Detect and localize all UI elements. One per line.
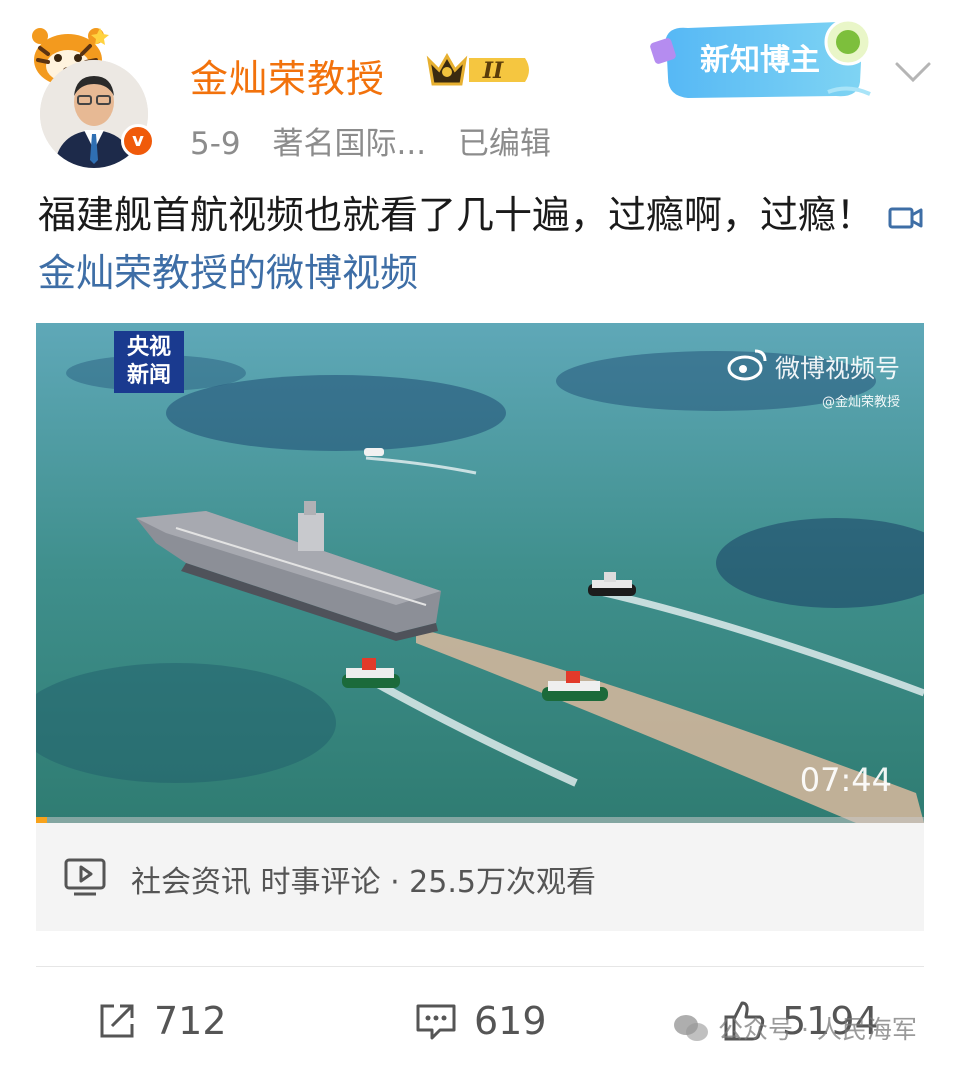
chevron-down-icon[interactable] xyxy=(893,60,933,84)
post-content: 福建舰首航视频也就看了几十遍，过瘾啊，过瘾！ 金灿荣教授的微博视频 xyxy=(38,186,928,302)
post-text: 福建舰首航视频也就看了几十遍，过瘾啊，过瘾！ xyxy=(38,193,875,237)
new-blogger-badge[interactable]: 新知博主 xyxy=(648,12,883,100)
comment-button[interactable]: 619 xyxy=(414,998,547,1044)
wechat-watermark-text: 公众号 · 人民海军 xyxy=(718,1015,917,1044)
user-description[interactable]: 著名国际... xyxy=(273,126,427,162)
share-button[interactable]: 712 xyxy=(96,998,227,1044)
edited-label[interactable]: 已编辑 xyxy=(458,126,551,162)
video-duration: 07:44 xyxy=(799,761,892,799)
watermark-handle: @金灿荣教授 xyxy=(821,395,900,410)
cctv-logo-line2: 新闻 xyxy=(126,363,171,388)
verified-badge-icon: v xyxy=(121,124,155,158)
video-play-icon xyxy=(64,858,106,896)
weibo-video-watermark: 微博视频号 @金灿荣教授 xyxy=(727,349,900,410)
wechat-watermark: 公众号 · 人民海军 xyxy=(672,1010,917,1046)
avatar-container[interactable]: v xyxy=(30,24,155,168)
video-info-text: 社会资讯 时事评论 · 25.5万次观看 xyxy=(131,865,596,900)
watermark-title: 微博视频号 xyxy=(774,354,900,383)
new-blogger-text: 新知博主 xyxy=(700,43,820,78)
weibo-logo-icon xyxy=(727,349,767,381)
comment-icon xyxy=(416,1004,456,1040)
username[interactable]: 金灿荣教授 xyxy=(190,48,385,103)
cctv-logo-line1: 央视 xyxy=(126,335,171,360)
video-camera-icon xyxy=(888,207,923,229)
share-icon xyxy=(100,1004,134,1038)
divider xyxy=(36,966,924,967)
video-info-bar[interactable]: 社会资讯 时事评论 · 25.5万次观看 xyxy=(36,823,924,931)
video-player[interactable]: 央视 新闻 微博视频号 @金灿荣教授 07:44 xyxy=(36,323,924,823)
post-meta: 5-9 著名国际... 已编辑 xyxy=(190,118,573,163)
wechat-icon xyxy=(674,1015,708,1041)
level-crown-badge-icon[interactable]: II xyxy=(425,50,537,90)
cctv-news-logo: 央视 新闻 xyxy=(114,331,184,393)
level-text: II xyxy=(482,58,504,84)
comment-count: 619 xyxy=(474,999,547,1043)
video-link-label: 金灿荣教授的微博视频 xyxy=(38,251,419,295)
post-date: 5-9 xyxy=(190,126,241,162)
share-count: 712 xyxy=(154,999,227,1043)
